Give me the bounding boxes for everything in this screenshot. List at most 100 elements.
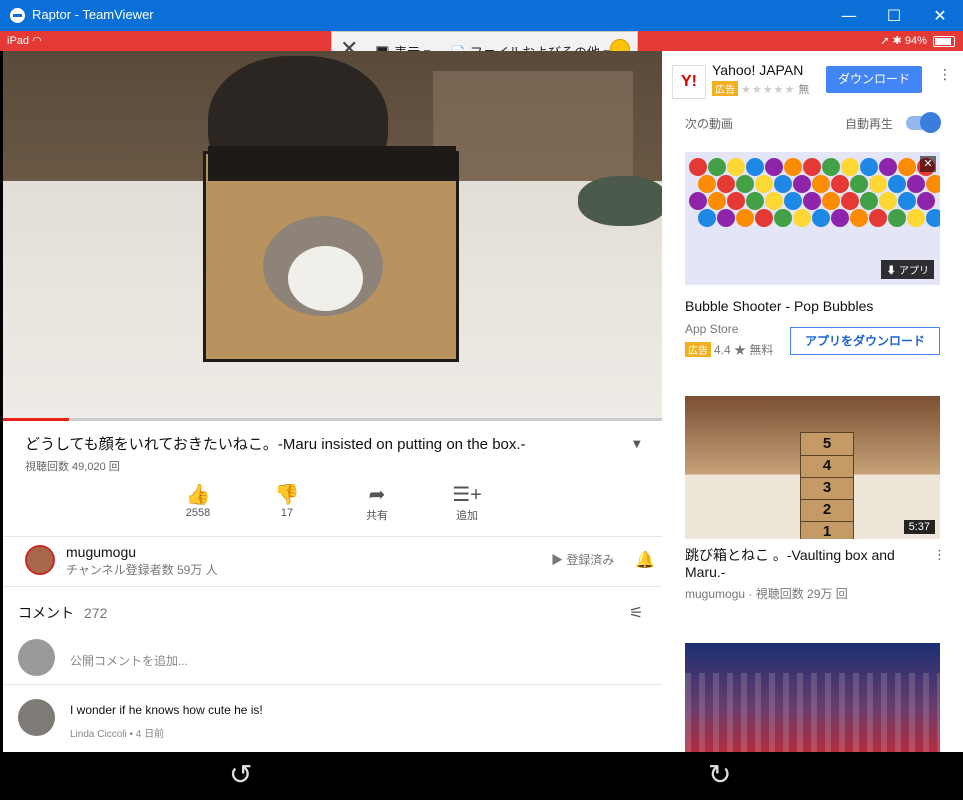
bubble-graphic <box>831 175 849 193</box>
video-player[interactable] <box>3 51 662 421</box>
share-button[interactable]: ➦ 共有 <box>342 483 412 523</box>
comment-avatar[interactable] <box>18 699 55 736</box>
bubble-graphic <box>717 175 735 193</box>
thumbs-down-icon: 👎 <box>274 484 300 506</box>
app-download-button[interactable]: アプリをダウンロード <box>790 327 940 355</box>
rotate-left-icon[interactable]: ↺ <box>229 758 252 791</box>
bubble-graphic <box>736 175 754 193</box>
bubble-graphic <box>774 209 792 227</box>
window-title: Raptor - TeamViewer <box>32 7 154 22</box>
cat-face-image <box>288 246 363 311</box>
rating-stars: ★★★★★ <box>741 84 796 96</box>
sort-comments-icon[interactable]: ⚟ <box>629 603 643 622</box>
suggestion-title[interactable]: Bubble Shooter - Pop Bubbles <box>685 298 873 314</box>
bubble-graphic <box>765 158 783 176</box>
bubble-graphic <box>784 158 802 176</box>
autoplay-toggle-knob[interactable] <box>920 112 941 133</box>
window-titlebar: Raptor - TeamViewer — ☐ ✕ <box>0 0 963 31</box>
bubble-graphic <box>755 175 773 193</box>
more-options-icon[interactable]: ⋮ <box>933 548 946 563</box>
bubble-graphic <box>879 192 897 210</box>
bubble-graphic <box>869 175 887 193</box>
stage-performance-thumbnail[interactable] <box>685 643 940 752</box>
wifi-icon: ◠ <box>32 35 42 47</box>
bubble-graphic <box>812 175 830 193</box>
comment-meta: Linda Ciccoli • 4 日前 <box>70 729 165 740</box>
bubble-graphic <box>746 158 764 176</box>
add-to-playlist-button[interactable]: ☰+ 追加 <box>432 483 502 523</box>
playlist-add-icon: ☰+ <box>452 484 482 506</box>
bubble-graphic <box>888 175 906 193</box>
bubble-shooter-thumbnail[interactable]: ✕ ⬇ アプリ <box>685 152 940 285</box>
divider <box>3 684 662 685</box>
vaulting-box-thumbnail[interactable]: 12345 5:37 <box>685 396 940 539</box>
bubble-graphic <box>907 209 925 227</box>
close-ad-icon[interactable]: ✕ <box>920 156 936 172</box>
video-progress-bar[interactable] <box>3 418 662 421</box>
rotate-right-icon[interactable]: ↻ <box>708 758 731 791</box>
dislike-button[interactable]: 👎 17 <box>252 483 322 519</box>
video-progress-fill <box>3 418 69 421</box>
comment-count: 272 <box>84 605 108 621</box>
suggestion-meta: mugumogu · 視聴回数 29万 回 <box>685 587 848 601</box>
bubble-graphic <box>888 209 906 227</box>
bubble-graphic <box>850 175 868 193</box>
view-count: 視聴回数 49,020 回 <box>25 461 120 473</box>
ad-download-button[interactable]: ダウンロード <box>826 66 922 93</box>
bubble-graphic <box>841 158 859 176</box>
bubble-graphic <box>727 158 745 176</box>
bubble-graphic <box>774 175 792 193</box>
more-options-icon[interactable]: ⋮ <box>938 67 952 83</box>
numbered-box: 2 <box>800 498 854 522</box>
like-button[interactable]: 👍 2558 <box>163 483 233 519</box>
channel-avatar[interactable] <box>25 545 55 575</box>
bubble-graphic <box>736 209 754 227</box>
expand-description-icon[interactable]: ▼ <box>633 439 641 450</box>
bubble-graphic <box>841 192 859 210</box>
video-duration: 5:37 <box>903 520 935 534</box>
ad-badge: 広告 <box>712 81 738 96</box>
share-icon: ➦ <box>368 484 386 506</box>
bubble-graphic <box>907 175 925 193</box>
bubble-graphic <box>822 158 840 176</box>
bubble-graphic <box>926 175 940 193</box>
divider <box>3 536 662 537</box>
bubble-graphic <box>898 158 916 176</box>
video-page: どうしても顔をいれておきたいねこ。-Maru insisted on putti… <box>3 51 662 752</box>
bubble-graphic <box>746 192 764 210</box>
autoplay-label: 自動再生 <box>845 117 894 131</box>
subscribed-button[interactable]: ▶ 登録済み <box>551 551 614 568</box>
bubble-graphic <box>793 209 811 227</box>
thumbs-up-icon: 👍 <box>185 484 211 506</box>
channel-name[interactable]: mugumogu <box>66 544 136 560</box>
numbered-box: 4 <box>800 454 854 478</box>
channel-subscriber-count: チャンネル登録者数 59万 人 <box>66 563 218 577</box>
bubble-graphic <box>708 158 726 176</box>
bubble-graphic <box>784 192 802 210</box>
ad-app-name: Yahoo! JAPAN <box>712 62 804 78</box>
bubble-graphic <box>850 209 868 227</box>
bubble-graphic <box>898 192 916 210</box>
bubble-graphic <box>689 158 707 176</box>
comment-text: I wonder if he knows how cute he is! <box>70 703 263 717</box>
minimize-button[interactable]: — <box>826 0 872 31</box>
location-bluetooth-icon: ➚ ✱ <box>880 35 902 47</box>
add-comment-input[interactable]: 公開コメントを追加... <box>70 652 188 669</box>
up-next-sidebar: Y! Yahoo! JAPAN 広告 ★★★★★ 無 ダウンロード ⋮ 次の動画 … <box>662 51 963 752</box>
comments-heading: コメント 272 <box>18 605 108 621</box>
bubble-graphic <box>831 209 849 227</box>
ad-badge: 広告 <box>685 342 711 357</box>
bubble-graphic <box>926 209 940 227</box>
bubble-graphic <box>765 192 783 210</box>
bubble-graphic <box>812 209 830 227</box>
maximize-button[interactable]: ☐ <box>871 0 917 31</box>
suggestion-title[interactable]: 跳び箱とねこ 。-Vaulting box and Maru.- <box>685 547 925 581</box>
close-button[interactable]: ✕ <box>917 0 963 31</box>
bubble-graphic <box>860 158 878 176</box>
battery-percent: 94% <box>904 35 927 47</box>
notification-bell-icon[interactable]: 🔔 <box>635 550 655 569</box>
numbered-box: 3 <box>800 476 854 500</box>
battery-icon <box>933 35 955 47</box>
video-title: どうしても顔をいれておきたいねこ。-Maru insisted on putti… <box>25 436 526 453</box>
up-next-label: 次の動画 <box>685 117 734 131</box>
